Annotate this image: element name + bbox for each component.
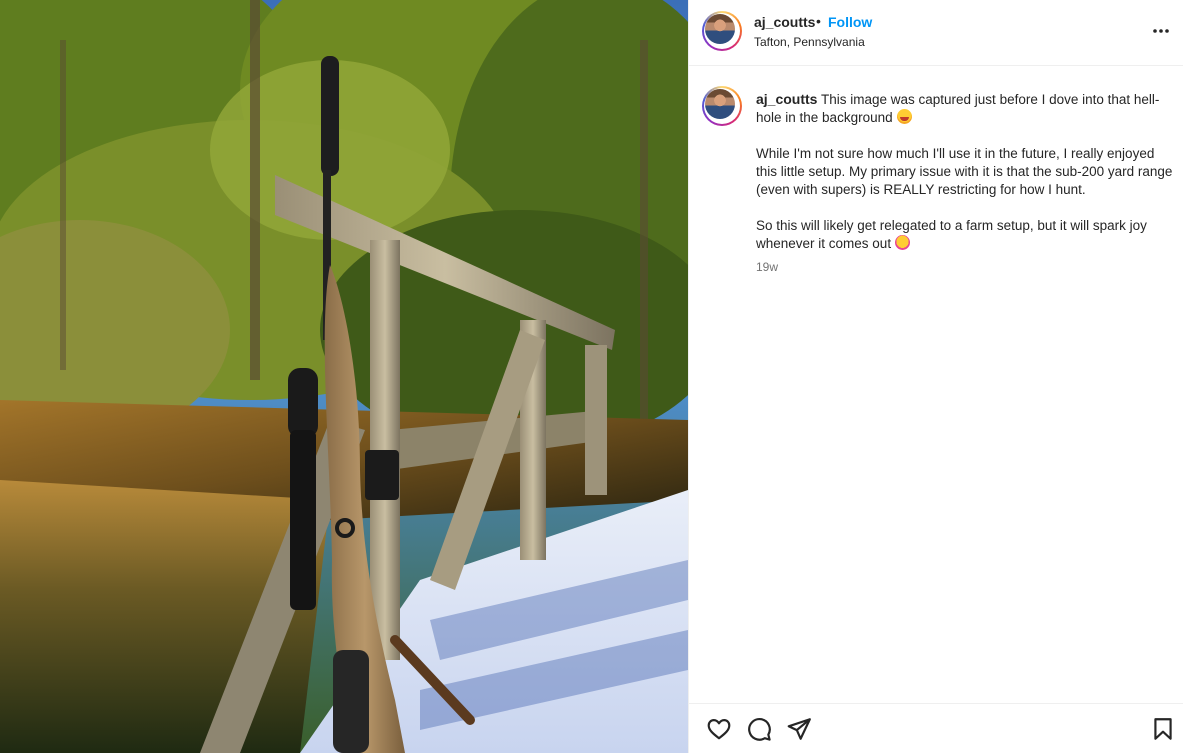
username-link[interactable]: aj_coutts bbox=[754, 14, 815, 30]
laughing-emoji-icon bbox=[896, 109, 912, 124]
post-details-panel: aj_coutts • Follow Tafton, Pennsylvania … bbox=[688, 0, 1183, 753]
profile-photo bbox=[705, 14, 735, 44]
send-icon[interactable] bbox=[786, 716, 812, 742]
separator-dot: • bbox=[816, 13, 821, 29]
caption-text: aj_coutts This image was captured just b… bbox=[756, 90, 1176, 271]
post-image[interactable] bbox=[0, 0, 688, 753]
profile-photo bbox=[705, 89, 735, 119]
comment-icon[interactable] bbox=[746, 716, 772, 742]
bookmark-icon[interactable] bbox=[1150, 716, 1176, 742]
more-horizontal-icon[interactable] bbox=[1151, 21, 1171, 41]
caption-paragraph-3: So this will likely get relegated to a f… bbox=[756, 218, 1147, 251]
caption-username-link[interactable]: aj_coutts bbox=[756, 91, 817, 107]
heart-hands-emoji-icon bbox=[895, 235, 911, 250]
location-link[interactable]: Tafton, Pennsylvania bbox=[754, 35, 865, 49]
post-timestamp[interactable]: 19w bbox=[756, 260, 778, 274]
caption-paragraph-1: This image was captured just before I do… bbox=[756, 92, 1160, 125]
post-header: aj_coutts • Follow Tafton, Pennsylvania bbox=[689, 0, 1183, 66]
heart-icon[interactable] bbox=[706, 716, 732, 742]
avatar[interactable] bbox=[702, 11, 742, 51]
follow-button[interactable]: Follow bbox=[828, 14, 872, 30]
avatar[interactable] bbox=[702, 86, 742, 126]
action-bar bbox=[689, 703, 1183, 753]
caption-paragraph-2: While I'm not sure how much I'll use it … bbox=[756, 146, 1173, 197]
post-photo bbox=[0, 0, 688, 753]
